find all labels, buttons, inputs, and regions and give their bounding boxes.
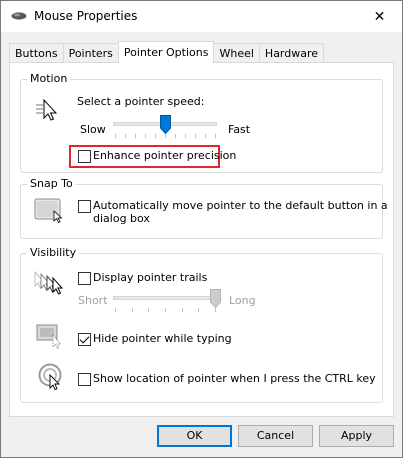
- pointer-trails-label[interactable]: Display pointer trails: [93, 271, 207, 284]
- mouse-icon: [11, 11, 27, 24]
- enhance-precision-checkbox[interactable]: [78, 150, 91, 163]
- snap-to-group-label: Snap To: [27, 177, 76, 190]
- ok-button[interactable]: OK: [157, 425, 232, 447]
- fast-label: Fast: [228, 123, 251, 136]
- tab-pointer-options[interactable]: Pointer Options: [117, 41, 215, 63]
- show-location-label[interactable]: Show location of pointer when I press th…: [93, 372, 376, 385]
- slider-tick: [198, 308, 200, 312]
- slider-tick: [148, 308, 150, 312]
- tab-bar: Buttons Pointers Pointer Options Wheel H…: [9, 41, 325, 63]
- slider-tick: [185, 134, 186, 138]
- pointer-trails-checkbox[interactable]: [78, 272, 91, 285]
- trails-track: [113, 296, 217, 300]
- snap-to-icon: [34, 197, 64, 226]
- slider-tick: [145, 134, 146, 138]
- tab-buttons[interactable]: Buttons: [9, 43, 64, 63]
- hide-pointer-checkbox[interactable]: [78, 333, 91, 346]
- slider-tick: [115, 134, 116, 138]
- mouse-properties-dialog: Mouse Properties ✕ Buttons Pointers Poin…: [0, 0, 403, 458]
- pointer-trails-icon: [32, 268, 66, 299]
- long-label: Long: [229, 294, 256, 307]
- slider-tick: [195, 134, 196, 138]
- snap-to-checkbox[interactable]: [78, 200, 91, 213]
- hide-pointer-icon: [36, 323, 66, 352]
- enhance-precision-label[interactable]: Enhance pointer precision: [93, 149, 236, 162]
- slider-tick: [181, 308, 183, 312]
- close-button[interactable]: ✕: [357, 1, 402, 32]
- slider-tick: [215, 134, 216, 138]
- tab-pointers[interactable]: Pointers: [62, 43, 119, 63]
- apply-button[interactable]: Apply: [319, 425, 394, 447]
- tab-wheel[interactable]: Wheel: [213, 43, 260, 63]
- pointer-speed-label: Select a pointer speed:: [77, 95, 205, 108]
- visibility-group-label: Visibility: [27, 246, 80, 259]
- close-icon: ✕: [373, 8, 386, 25]
- slider-tick: [131, 308, 133, 312]
- short-label: Short: [78, 294, 108, 307]
- slider-tick: [165, 308, 166, 312]
- show-location-checkbox[interactable]: [78, 373, 91, 386]
- pointer-speed-slider-thumb[interactable]: [160, 115, 171, 137]
- pointer-speed-icon: [34, 97, 60, 126]
- window-title: Mouse Properties: [34, 9, 138, 23]
- snap-to-label-line1[interactable]: Automatically move pointer to the defaul…: [93, 199, 388, 212]
- title-bar: Mouse Properties ✕: [1, 1, 402, 32]
- slider-tick: [155, 134, 156, 138]
- hide-pointer-label[interactable]: Hide pointer while typing: [93, 332, 232, 345]
- slider-tick: [205, 134, 206, 138]
- slider-tick: [175, 134, 176, 138]
- slider-tick: [135, 134, 136, 138]
- show-location-icon: [38, 363, 66, 394]
- tab-hardware[interactable]: Hardware: [258, 43, 325, 63]
- trails-slider-thumb[interactable]: [210, 289, 221, 311]
- slow-label: Slow: [80, 123, 106, 136]
- slider-tick: [115, 308, 116, 312]
- snap-to-label-line2[interactable]: dialog box: [93, 212, 150, 225]
- motion-group-label: Motion: [27, 72, 71, 85]
- cancel-button[interactable]: Cancel: [238, 425, 313, 447]
- slider-tick: [125, 134, 126, 138]
- pointer-options-panel: Motion Select a pointer speed: Slow Fast…: [9, 62, 394, 417]
